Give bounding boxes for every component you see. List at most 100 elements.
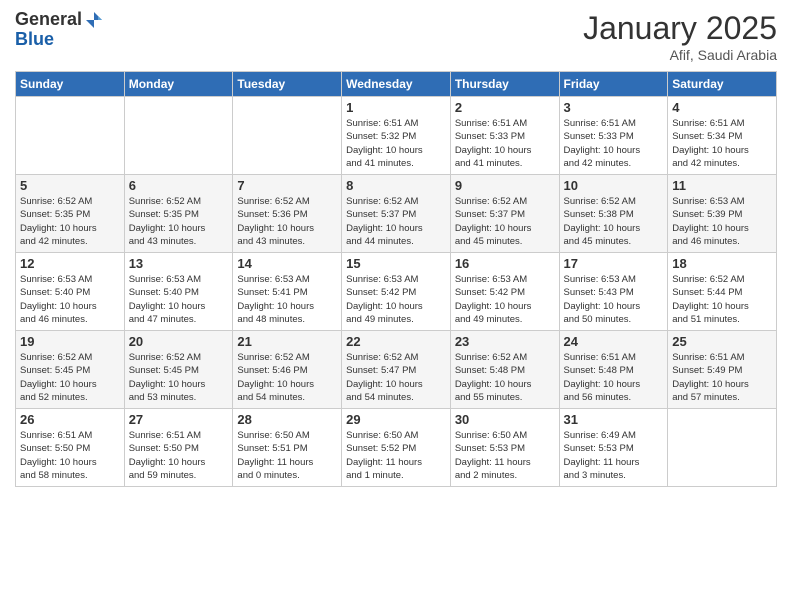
day-info: Sunrise: 6:51 AMSunset: 5:49 PMDaylight:… <box>672 351 772 404</box>
day-number: 5 <box>20 178 120 193</box>
day-info: Sunrise: 6:52 AMSunset: 5:46 PMDaylight:… <box>237 351 337 404</box>
day-number: 8 <box>346 178 446 193</box>
month-title: January 2025 <box>583 10 777 47</box>
day-number: 12 <box>20 256 120 271</box>
day-cell <box>668 409 777 487</box>
location-subtitle: Afif, Saudi Arabia <box>583 47 777 63</box>
day-number: 28 <box>237 412 337 427</box>
day-cell: 9 Sunrise: 6:52 AMSunset: 5:37 PMDaylight… <box>450 175 559 253</box>
day-cell: 22 Sunrise: 6:52 AMSunset: 5:47 PMDayligh… <box>342 331 451 409</box>
day-cell <box>16 97 125 175</box>
day-cell <box>233 97 342 175</box>
day-number: 25 <box>672 334 772 349</box>
day-info: Sunrise: 6:52 AMSunset: 5:37 PMDaylight:… <box>346 195 446 248</box>
day-number: 10 <box>564 178 664 193</box>
day-info: Sunrise: 6:51 AMSunset: 5:34 PMDaylight:… <box>672 117 772 170</box>
day-info: Sunrise: 6:53 AMSunset: 5:42 PMDaylight:… <box>455 273 555 326</box>
day-info: Sunrise: 6:52 AMSunset: 5:35 PMDaylight:… <box>129 195 229 248</box>
day-info: Sunrise: 6:53 AMSunset: 5:43 PMDaylight:… <box>564 273 664 326</box>
day-number: 30 <box>455 412 555 427</box>
day-info: Sunrise: 6:51 AMSunset: 5:48 PMDaylight:… <box>564 351 664 404</box>
day-number: 4 <box>672 100 772 115</box>
day-cell: 21Sunrise: 6:52 AMSunset: 5:46 PMDayligh… <box>233 331 342 409</box>
day-number: 22 <box>346 334 446 349</box>
day-cell: 10 Sunrise: 6:52 AMSunset: 5:38 PMDayligh… <box>559 175 668 253</box>
logo-blue-text: Blue <box>15 30 104 50</box>
day-info: Sunrise: 6:51 AMSunset: 5:50 PMDaylight:… <box>129 429 229 482</box>
day-cell: 19Sunrise: 6:52 AMSunset: 5:45 PMDayligh… <box>16 331 125 409</box>
page-container: General Blue January 2025 Afif, Saudi Ar… <box>0 0 792 497</box>
day-info: Sunrise: 6:52 AMSunset: 5:44 PMDaylight:… <box>672 273 772 326</box>
day-number: 26 <box>20 412 120 427</box>
day-number: 24 <box>564 334 664 349</box>
day-info: Sunrise: 6:52 AMSunset: 5:38 PMDaylight:… <box>564 195 664 248</box>
day-info: Sunrise: 6:53 AMSunset: 5:41 PMDaylight:… <box>237 273 337 326</box>
day-info: Sunrise: 6:53 AMSunset: 5:42 PMDaylight:… <box>346 273 446 326</box>
day-cell: 5Sunrise: 6:52 AMSunset: 5:35 PMDaylight… <box>16 175 125 253</box>
col-wednesday: Wednesday <box>342 72 451 97</box>
col-thursday: Thursday <box>450 72 559 97</box>
day-number: 19 <box>20 334 120 349</box>
day-cell: 27 Sunrise: 6:51 AMSunset: 5:50 PMDayligh… <box>124 409 233 487</box>
day-number: 13 <box>129 256 229 271</box>
day-info: Sunrise: 6:50 AMSunset: 5:52 PMDaylight:… <box>346 429 446 482</box>
day-info: Sunrise: 6:53 AMSunset: 5:40 PMDaylight:… <box>20 273 120 326</box>
week-row-5: 26 Sunrise: 6:51 AMSunset: 5:50 PMDayligh… <box>16 409 777 487</box>
day-info: Sunrise: 6:51 AMSunset: 5:50 PMDaylight:… <box>20 429 120 482</box>
calendar-table: Sunday Monday Tuesday Wednesday Thursday… <box>15 71 777 487</box>
day-cell: 18 Sunrise: 6:52 AMSunset: 5:44 PMDayligh… <box>668 253 777 331</box>
day-info: Sunrise: 6:52 AMSunset: 5:45 PMDaylight:… <box>129 351 229 404</box>
day-number: 20 <box>129 334 229 349</box>
day-info: Sunrise: 6:53 AMSunset: 5:39 PMDaylight:… <box>672 195 772 248</box>
day-number: 6 <box>129 178 229 193</box>
day-cell: 26 Sunrise: 6:51 AMSunset: 5:50 PMDayligh… <box>16 409 125 487</box>
day-cell: 6 Sunrise: 6:52 AMSunset: 5:35 PMDaylight… <box>124 175 233 253</box>
week-row-4: 19 Sunrise: 6:52 AMSunset: 5:45 PMDayligh… <box>16 331 777 409</box>
day-info: Sunrise: 6:52 AMSunset: 5:36 PMDaylight:… <box>237 195 337 248</box>
week-row-2: 5 Sunrise: 6:52 AMSunset: 5:35 PMDaylight… <box>16 175 777 253</box>
day-number: 18 <box>672 256 772 271</box>
day-number: 14 <box>237 256 337 271</box>
day-number: 16 <box>455 256 555 271</box>
day-cell: 15Sunrise: 6:53 AMSunset: 5:42 PMDayligh… <box>342 253 451 331</box>
day-number: 3 <box>564 100 664 115</box>
week-row-1: 1 Sunrise: 6:51 AMSunset: 5:32 PMDaylight… <box>16 97 777 175</box>
logo: General Blue <box>15 10 104 50</box>
header: General Blue January 2025 Afif, Saudi Ar… <box>15 10 777 63</box>
day-cell: 17Sunrise: 6:53 AMSunset: 5:43 PMDayligh… <box>559 253 668 331</box>
col-sunday: Sunday <box>16 72 125 97</box>
day-info: Sunrise: 6:50 AMSunset: 5:53 PMDaylight:… <box>455 429 555 482</box>
day-cell: 7 Sunrise: 6:52 AMSunset: 5:36 PMDaylight… <box>233 175 342 253</box>
day-info: Sunrise: 6:52 AMSunset: 5:48 PMDaylight:… <box>455 351 555 404</box>
day-cell: 1 Sunrise: 6:51 AMSunset: 5:32 PMDaylight… <box>342 97 451 175</box>
day-number: 2 <box>455 100 555 115</box>
day-cell: 3 Sunrise: 6:51 AMSunset: 5:33 PMDaylight… <box>559 97 668 175</box>
day-cell: 4 Sunrise: 6:51 AMSunset: 5:34 PMDaylight… <box>668 97 777 175</box>
calendar-header-row: Sunday Monday Tuesday Wednesday Thursday… <box>16 72 777 97</box>
day-cell: 8 Sunrise: 6:52 AMSunset: 5:37 PMDaylight… <box>342 175 451 253</box>
day-cell: 13Sunrise: 6:53 AMSunset: 5:40 PMDayligh… <box>124 253 233 331</box>
day-number: 29 <box>346 412 446 427</box>
day-cell: 20 Sunrise: 6:52 AMSunset: 5:45 PMDayligh… <box>124 331 233 409</box>
day-cell: 16 Sunrise: 6:53 AMSunset: 5:42 PMDayligh… <box>450 253 559 331</box>
day-number: 23 <box>455 334 555 349</box>
day-cell: 25 Sunrise: 6:51 AMSunset: 5:49 PMDayligh… <box>668 331 777 409</box>
day-info: Sunrise: 6:49 AMSunset: 5:53 PMDaylight:… <box>564 429 664 482</box>
col-saturday: Saturday <box>668 72 777 97</box>
day-number: 9 <box>455 178 555 193</box>
logo-general-text: General <box>15 10 82 30</box>
day-cell: 28Sunrise: 6:50 AMSunset: 5:51 PMDayligh… <box>233 409 342 487</box>
day-number: 1 <box>346 100 446 115</box>
day-number: 7 <box>237 178 337 193</box>
day-cell <box>124 97 233 175</box>
day-cell: 30 Sunrise: 6:50 AMSunset: 5:53 PMDayligh… <box>450 409 559 487</box>
day-info: Sunrise: 6:51 AMSunset: 5:32 PMDaylight:… <box>346 117 446 170</box>
day-cell: 29 Sunrise: 6:50 AMSunset: 5:52 PMDayligh… <box>342 409 451 487</box>
day-info: Sunrise: 6:52 AMSunset: 5:47 PMDaylight:… <box>346 351 446 404</box>
col-tuesday: Tuesday <box>233 72 342 97</box>
day-info: Sunrise: 6:51 AMSunset: 5:33 PMDaylight:… <box>564 117 664 170</box>
day-number: 27 <box>129 412 229 427</box>
col-monday: Monday <box>124 72 233 97</box>
day-cell: 2Sunrise: 6:51 AMSunset: 5:33 PMDaylight… <box>450 97 559 175</box>
day-info: Sunrise: 6:52 AMSunset: 5:37 PMDaylight:… <box>455 195 555 248</box>
